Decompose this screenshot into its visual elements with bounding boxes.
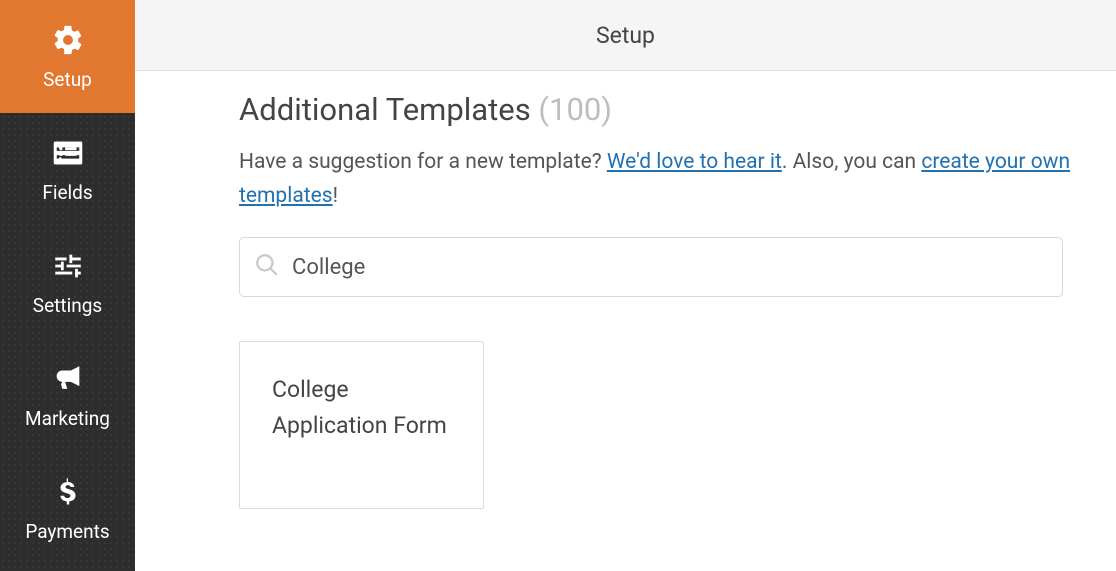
bullhorn-icon	[50, 361, 86, 397]
content: Additional Templates (100) Have a sugges…	[199, 71, 1116, 571]
template-card[interactable]: College Application Form	[239, 341, 484, 509]
suggestion-link[interactable]: We'd love to hear it	[607, 150, 782, 174]
header: Setup	[135, 0, 1116, 71]
dollar-icon	[50, 474, 86, 510]
section-title: Additional Templates (100)	[239, 91, 1076, 128]
main: Setup Additional Templates (100) Have a …	[135, 0, 1116, 571]
list-icon	[50, 135, 86, 171]
desc-text: . Also, you can	[782, 150, 921, 174]
sidebar-item-settings[interactable]: Settings	[0, 226, 135, 339]
sidebar-item-fields[interactable]: Fields	[0, 113, 135, 226]
content-wrap: Additional Templates (100) Have a sugges…	[135, 71, 1116, 571]
gear-icon	[50, 22, 86, 58]
search-input[interactable]	[292, 255, 1048, 280]
sidebar-item-label: Payments	[25, 520, 109, 543]
sidebar-item-label: Fields	[42, 181, 92, 204]
desc-text: Have a suggestion for a new template?	[239, 150, 607, 174]
sidebar-item-setup[interactable]: Setup	[0, 0, 135, 113]
search-icon	[254, 252, 280, 282]
search-box[interactable]	[239, 237, 1063, 297]
sidebar-item-payments[interactable]: Payments	[0, 452, 135, 565]
sidebar-item-label: Setup	[43, 68, 92, 91]
template-card-title: College Application Form	[272, 372, 451, 443]
desc-text: !	[333, 184, 338, 208]
sidebar-item-label: Settings	[33, 294, 102, 317]
sidebar-item-marketing[interactable]: Marketing	[0, 339, 135, 452]
section-description: Have a suggestion for a new template? We…	[239, 146, 1076, 213]
section-count: (100)	[538, 91, 612, 128]
sidebar-item-label: Marketing	[25, 407, 110, 430]
sliders-icon	[50, 248, 86, 284]
section-title-text: Additional Templates	[239, 91, 531, 128]
sidebar: Setup Fields Settings Marketing Payments	[0, 0, 135, 571]
page-title: Setup	[596, 22, 655, 49]
